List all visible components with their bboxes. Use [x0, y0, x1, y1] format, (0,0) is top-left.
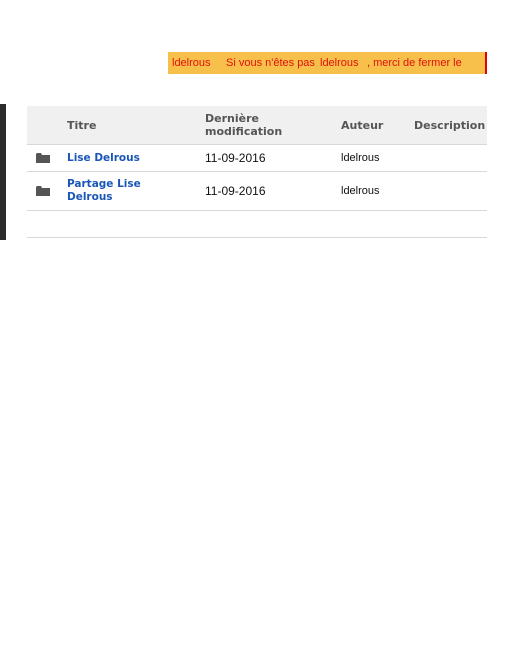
notice-username-repeat: ldelrous [320, 57, 359, 69]
folder-link[interactable]: Partage Lise Delrous [67, 178, 157, 204]
column-header-author[interactable]: Auteur [341, 119, 383, 132]
modified-date: 11-09-2016 [205, 151, 266, 165]
notice-username: ldelrous [172, 57, 211, 69]
left-edge-bar [0, 104, 6, 240]
table-footer-divider [27, 211, 487, 238]
column-header-modified[interactable]: Dernière modification [205, 112, 282, 138]
table-row[interactable]: Lise Delrous 11-09-2016 ldelrous [27, 145, 487, 172]
folder-link-line1: Partage Lise [67, 178, 141, 190]
modified-date: 11-09-2016 [205, 184, 266, 198]
folder-icon [36, 186, 50, 196]
column-header-title[interactable]: Titre [67, 119, 96, 132]
folder-link-line2: Delrous [67, 191, 113, 203]
author-name: ldelrous [341, 185, 380, 197]
folder-link[interactable]: Lise Delrous [67, 152, 157, 165]
folder-icon [36, 153, 50, 163]
notice-text-continued: , merci de fermer le [367, 57, 462, 69]
table-header: Titre Dernière modification Auteur Descr… [27, 106, 487, 145]
session-notice-banner: ldelrous Si vous n'êtes pas ldelrous , m… [168, 52, 487, 74]
author-name: ldelrous [341, 152, 380, 164]
column-header-modified-line2: modification [205, 125, 283, 138]
table-row[interactable]: Partage Lise Delrous 11-09-2016 ldelrous [27, 172, 487, 211]
notice-text: Si vous n'êtes pas [226, 57, 315, 69]
documents-table: Titre Dernière modification Auteur Descr… [27, 106, 487, 238]
column-header-modified-line1: Dernière [205, 112, 259, 125]
column-header-description[interactable]: Description [414, 119, 485, 132]
